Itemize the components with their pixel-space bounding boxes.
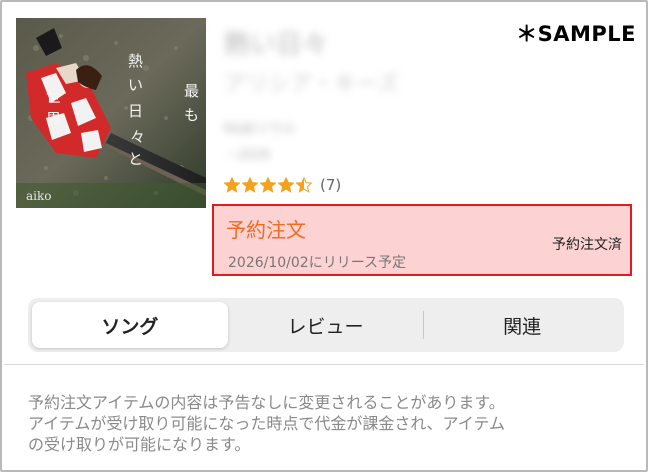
star-icon	[242, 177, 258, 193]
svg-text:い: い	[128, 76, 143, 94]
svg-text:々: 々	[130, 128, 145, 146]
preorder-box: 予約注文 2026/10/02にリリース予定 予約注文済	[212, 204, 632, 276]
svg-text:も: も	[184, 106, 199, 124]
star-icon	[296, 177, 312, 193]
star-icon	[224, 177, 240, 193]
notice-line: 予約注文アイテムの内容は予告なしに変更されることがあります。	[28, 393, 505, 412]
album-artwork-image: 熱 い 日 々 と 最 も 世 界 aiko	[16, 18, 206, 208]
svg-text:日: 日	[128, 102, 143, 120]
svg-text:熱: 熱	[128, 52, 143, 70]
album-info: 熱い日々 アリシア・キーズ R&B/ソウル ・2026	[224, 24, 524, 170]
preorder-status: 予約注文済	[552, 237, 622, 253]
rating-stars	[224, 177, 314, 193]
svg-text:と: と	[128, 150, 143, 168]
notice-line: アイテムが受け取り可能になった時点で代金が課金され、アイテム	[28, 414, 505, 433]
preorder-notice: 予約注文アイテムの内容は予告なしに変更されることがあります。 アイテムが受け取り…	[28, 392, 628, 455]
app-frame: 熱 い 日 々 と 最 も 世 界 aiko ＊SAMPLE 熱い日々 アリシア…	[0, 0, 648, 472]
sample-watermark: ＊SAMPLE	[516, 22, 636, 46]
star-icon	[260, 177, 276, 193]
section-divider	[4, 364, 644, 365]
artist-name[interactable]: アリシア・キーズ	[224, 66, 524, 112]
svg-text:世: 世	[46, 88, 61, 106]
rating-count: (7)	[320, 176, 342, 194]
album-year: ・2026	[224, 148, 271, 163]
album-artwork[interactable]: 熱 い 日 々 と 最 も 世 界 aiko	[16, 18, 206, 208]
svg-text:界: 界	[46, 110, 61, 128]
notice-line: の受け取りが可能になります。	[28, 435, 251, 454]
rating[interactable]: (7)	[224, 176, 341, 194]
release-date: 2026/10/02にリリース予定	[228, 255, 406, 271]
star-icon	[278, 177, 294, 193]
album-title: 熱い日々	[224, 30, 329, 60]
album-genre: R&B/ソウル	[224, 122, 296, 137]
svg-text:aiko: aiko	[26, 189, 52, 203]
tab-songs[interactable]: ソング	[32, 302, 228, 348]
tab-related[interactable]: 関連	[424, 302, 620, 348]
tab-reviews[interactable]: レビュー	[228, 302, 424, 348]
preorder-title: 予約注文	[226, 218, 306, 242]
svg-text:最: 最	[184, 82, 199, 100]
segmented-control: ソング レビュー 関連	[28, 298, 624, 352]
